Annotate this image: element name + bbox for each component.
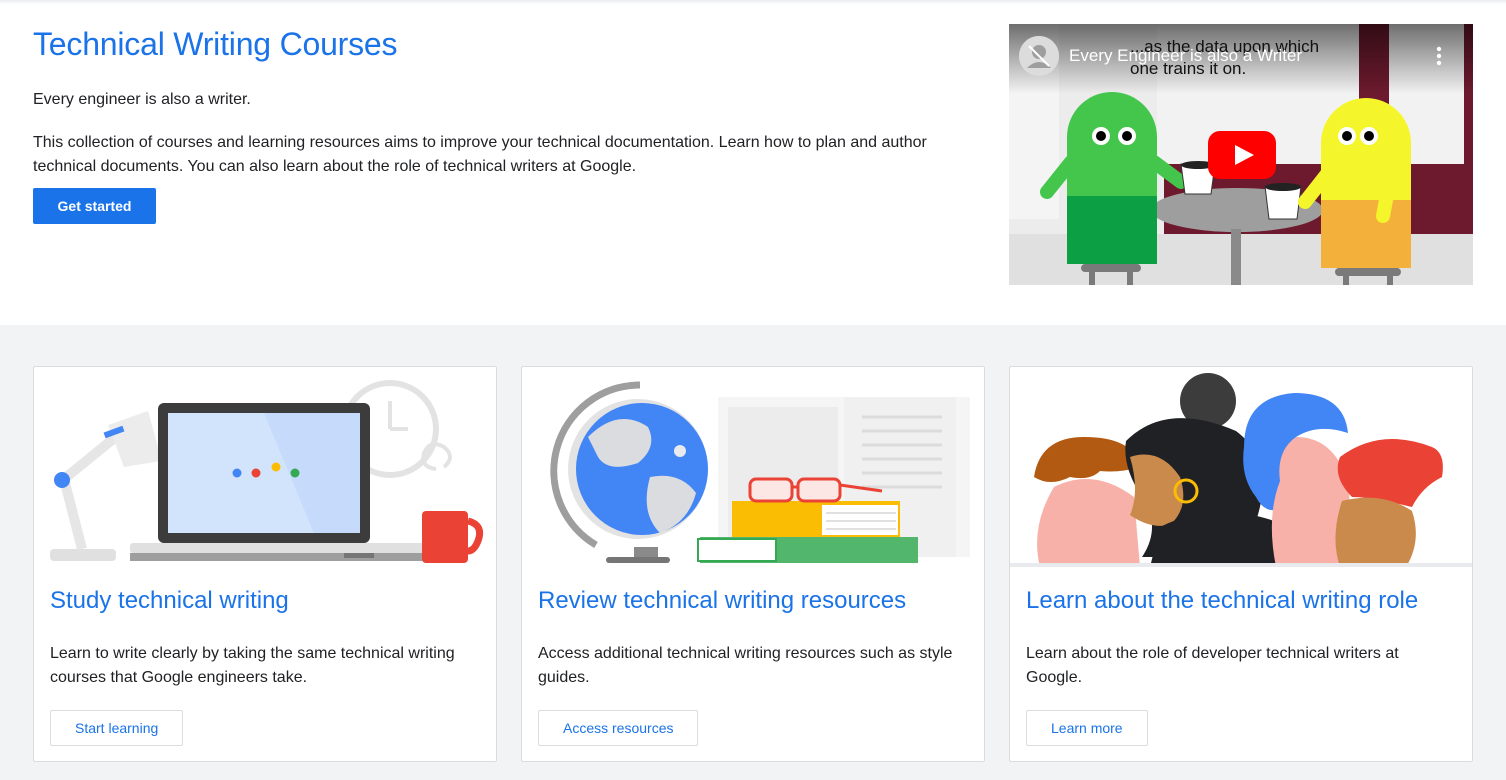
video-title[interactable]: Every Engineer is also a Writer	[1069, 46, 1302, 66]
play-icon[interactable]	[1208, 131, 1276, 179]
header-shadow	[0, 0, 1506, 4]
card-role-title[interactable]: Learn about the technical writing role	[1026, 587, 1418, 615]
card-resources: Review technical writing resources Acces…	[521, 366, 985, 762]
card-resources-title[interactable]: Review technical writing resources	[538, 587, 906, 615]
card-role-description: Learn about the role of developer techni…	[1026, 645, 1399, 686]
hero-tagline: Every engineer is also a writer.	[33, 91, 251, 108]
resources-section: Study technical writing Learn to write c…	[0, 325, 1506, 780]
card-study: Study technical writing Learn to write c…	[33, 366, 497, 762]
start-learning-button[interactable]: Start learning	[50, 710, 184, 746]
globe-books-illustration	[550, 381, 970, 563]
video-player[interactable]: ...as the data upon which one trains it …	[1009, 24, 1473, 285]
channel-avatar-icon[interactable]	[1019, 36, 1059, 76]
card-study-title[interactable]: Study technical writing	[50, 587, 289, 615]
access-resources-button[interactable]: Access resources	[538, 710, 699, 746]
people-illustration	[1010, 373, 1472, 567]
learn-more-button[interactable]: Learn more	[1026, 710, 1148, 746]
page-title: Technical Writing Courses	[33, 26, 398, 62]
hero-description: This collection of courses and learning …	[33, 134, 927, 175]
more-vert-icon[interactable]	[1431, 44, 1447, 68]
card-role: Learn about the technical writing role L…	[1009, 366, 1473, 762]
laptop-illustration	[50, 380, 484, 563]
card-study-description: Learn to write clearly by taking the sam…	[50, 645, 455, 686]
card-resources-description: Access additional technical writing reso…	[538, 645, 953, 686]
get-started-button[interactable]: Get started	[33, 188, 156, 224]
hero-section: Technical Writing Courses Every engineer…	[0, 0, 1506, 325]
